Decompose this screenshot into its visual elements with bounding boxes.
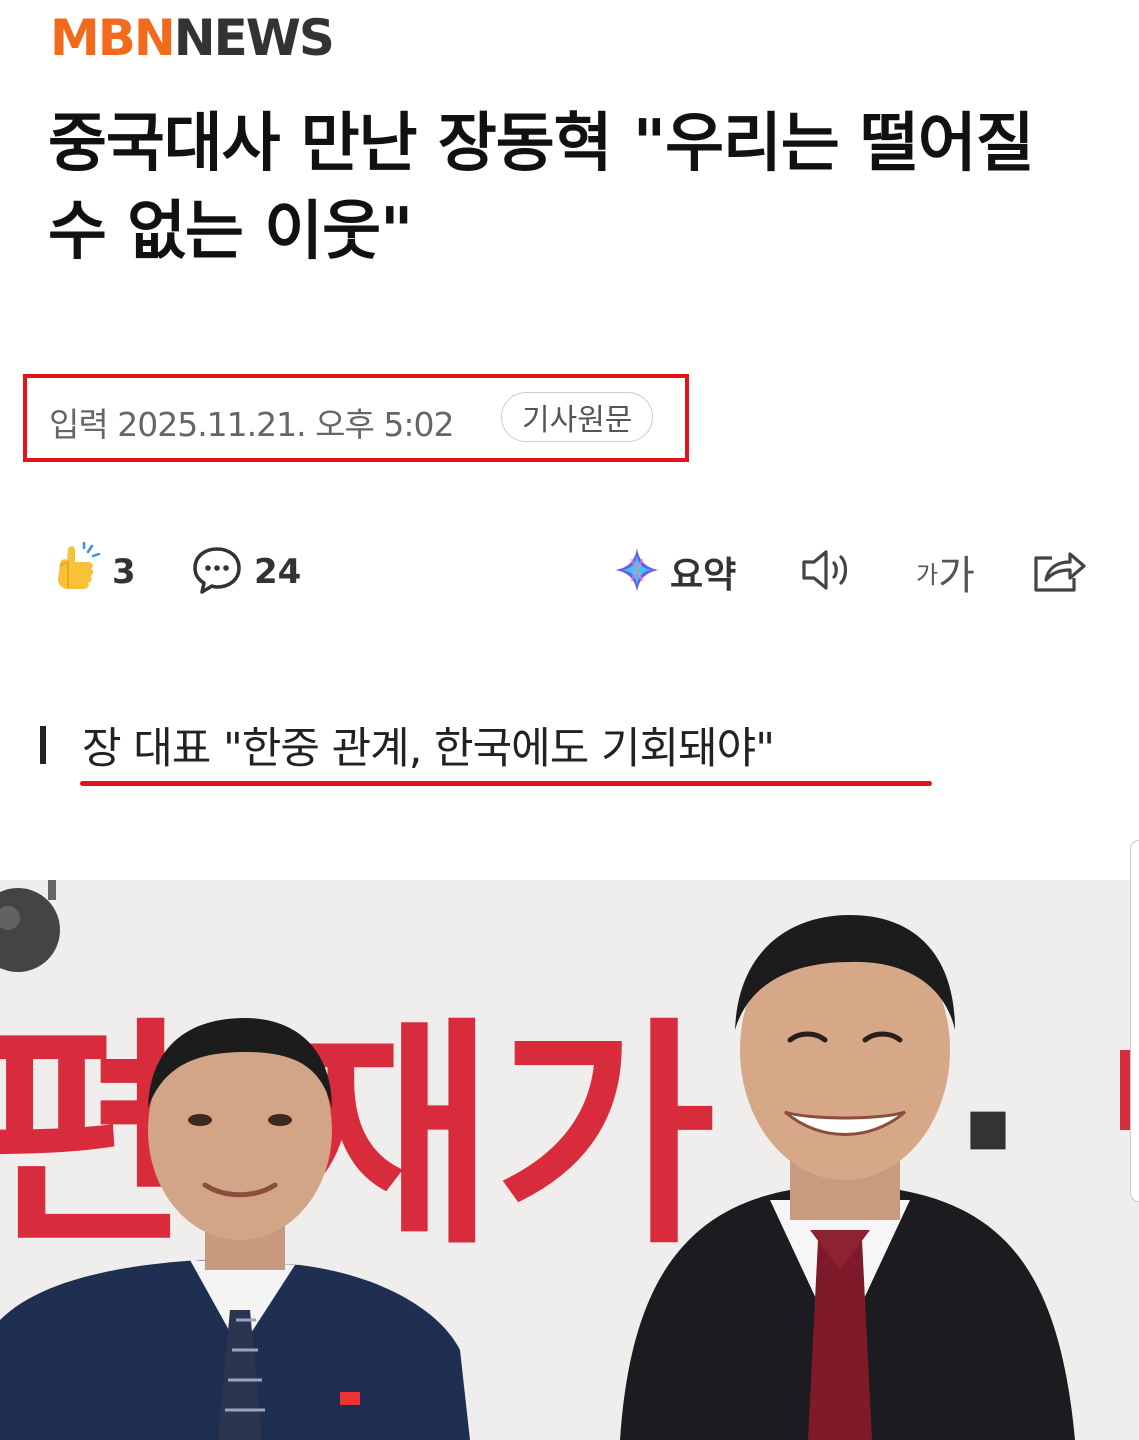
summary-label: 요약 <box>670 555 737 596</box>
publish-date: 입력 2025.11.21. 오후 5:02 <box>49 405 454 444</box>
like-count: 3 <box>112 552 136 592</box>
subheadline-bar <box>40 726 46 764</box>
article-meta-highlight: 입력 2025.11.21. 오후 5:02 기사원문 <box>23 374 689 462</box>
comment-count: 24 <box>254 552 302 592</box>
thumbs-up-icon <box>50 541 102 602</box>
ai-sparkle-icon <box>612 545 662 599</box>
logo-mbn: MBN <box>50 9 176 67</box>
article-toolbar: 3 24 요약 가 가 <box>0 536 1139 608</box>
backdrop-banner-text: 편 재가 <box>0 997 716 1277</box>
mbn-news-logo[interactable]: MBN NEWS <box>50 8 335 68</box>
share-button[interactable] <box>1030 536 1088 608</box>
article-photo[interactable]: 편 재가 · <box>0 880 1139 1440</box>
subheadline-red-underline <box>80 781 932 786</box>
comment-bubble-icon <box>190 543 244 601</box>
font-size-small-label: 가 <box>916 560 939 589</box>
comment-button[interactable]: 24 <box>190 536 301 608</box>
scroll-handle[interactable] <box>1130 840 1139 1202</box>
subheadline-text: 장 대표 "한중 관계, 한국에도 기회돼야" <box>82 724 775 774</box>
read-aloud-button[interactable] <box>798 536 858 608</box>
article-headline: 중국대사 만난 장동혁 "우리는 떨어질 수 없는 이웃" <box>48 107 1035 269</box>
speaker-icon <box>798 544 858 600</box>
summary-button[interactable]: 요약 <box>612 536 736 608</box>
original-article-button[interactable]: 기사원문 <box>501 392 654 442</box>
article-subheadline: 장 대표 "한중 관계, 한국에도 기회돼야" <box>40 710 775 780</box>
logo-news: NEWS <box>173 9 335 67</box>
font-size-button[interactable]: 가 가 <box>916 536 975 608</box>
font-size-large-label: 가 <box>938 553 975 599</box>
like-button[interactable]: 3 <box>50 536 136 608</box>
share-icon <box>1030 544 1088 600</box>
